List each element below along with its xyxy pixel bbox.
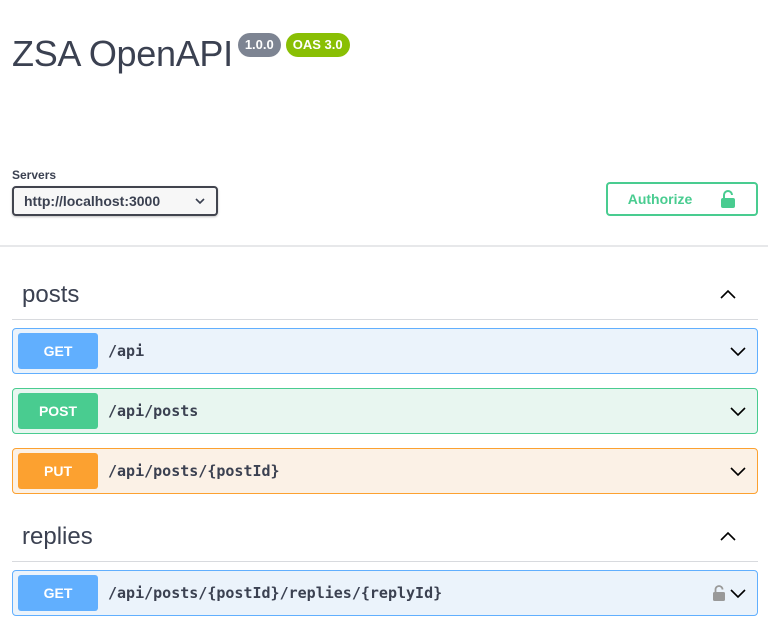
method-badge: POST [18,393,98,429]
operation-post-api-posts[interactable]: POST /api/posts [12,388,758,434]
tag-header-posts[interactable]: posts [12,270,758,320]
operation-get-api[interactable]: GET /api [12,328,758,374]
servers-select[interactable]: http://localhost:3000 [12,186,218,216]
operation-put-api-posts-postid[interactable]: PUT /api/posts/{postId} [12,448,758,494]
chevron-up-icon [720,289,736,299]
api-title-row: ZSA OpenAPI 1.0.0 OAS 3.0 [12,32,350,76]
chevron-down-icon[interactable] [728,401,748,421]
oas-badge: OAS 3.0 [285,33,350,57]
operation-path: /api/posts [108,402,199,420]
authorize-label: Authorize [627,191,693,207]
tag-name: replies [22,522,93,550]
chevron-down-icon[interactable] [728,341,748,361]
operation-icons [728,461,748,481]
tag-name: posts [22,280,80,308]
chevron-down-icon[interactable] [728,583,748,603]
tag-header-replies[interactable]: replies [12,512,758,562]
operation-path: /api/posts/{postId}/replies/{replyId} [108,584,443,602]
chevron-down-icon [195,198,205,205]
method-badge: GET [18,333,98,369]
chevron-down-icon[interactable] [728,461,748,481]
version-badge: 1.0.0 [237,33,281,57]
servers-label: Servers [12,168,57,182]
lock-icon[interactable] [712,584,726,602]
method-badge: GET [18,575,98,611]
operation-get-replies[interactable]: GET /api/posts/{postId}/replies/{replyId… [12,570,758,616]
chevron-up-icon [720,531,736,541]
operation-path: /api [108,342,145,360]
operation-path: /api/posts/{postId} [108,462,280,480]
method-badge: PUT [18,453,98,489]
operation-icons [728,401,748,421]
authorize-button[interactable]: Authorize [606,182,758,216]
servers-selected-value: http://localhost:3000 [24,193,161,209]
operation-icons [728,341,748,361]
operation-icons [712,583,748,603]
unlock-icon [721,190,736,208]
section-divider [0,245,768,247]
page-title: ZSA OpenAPI [12,33,233,74]
